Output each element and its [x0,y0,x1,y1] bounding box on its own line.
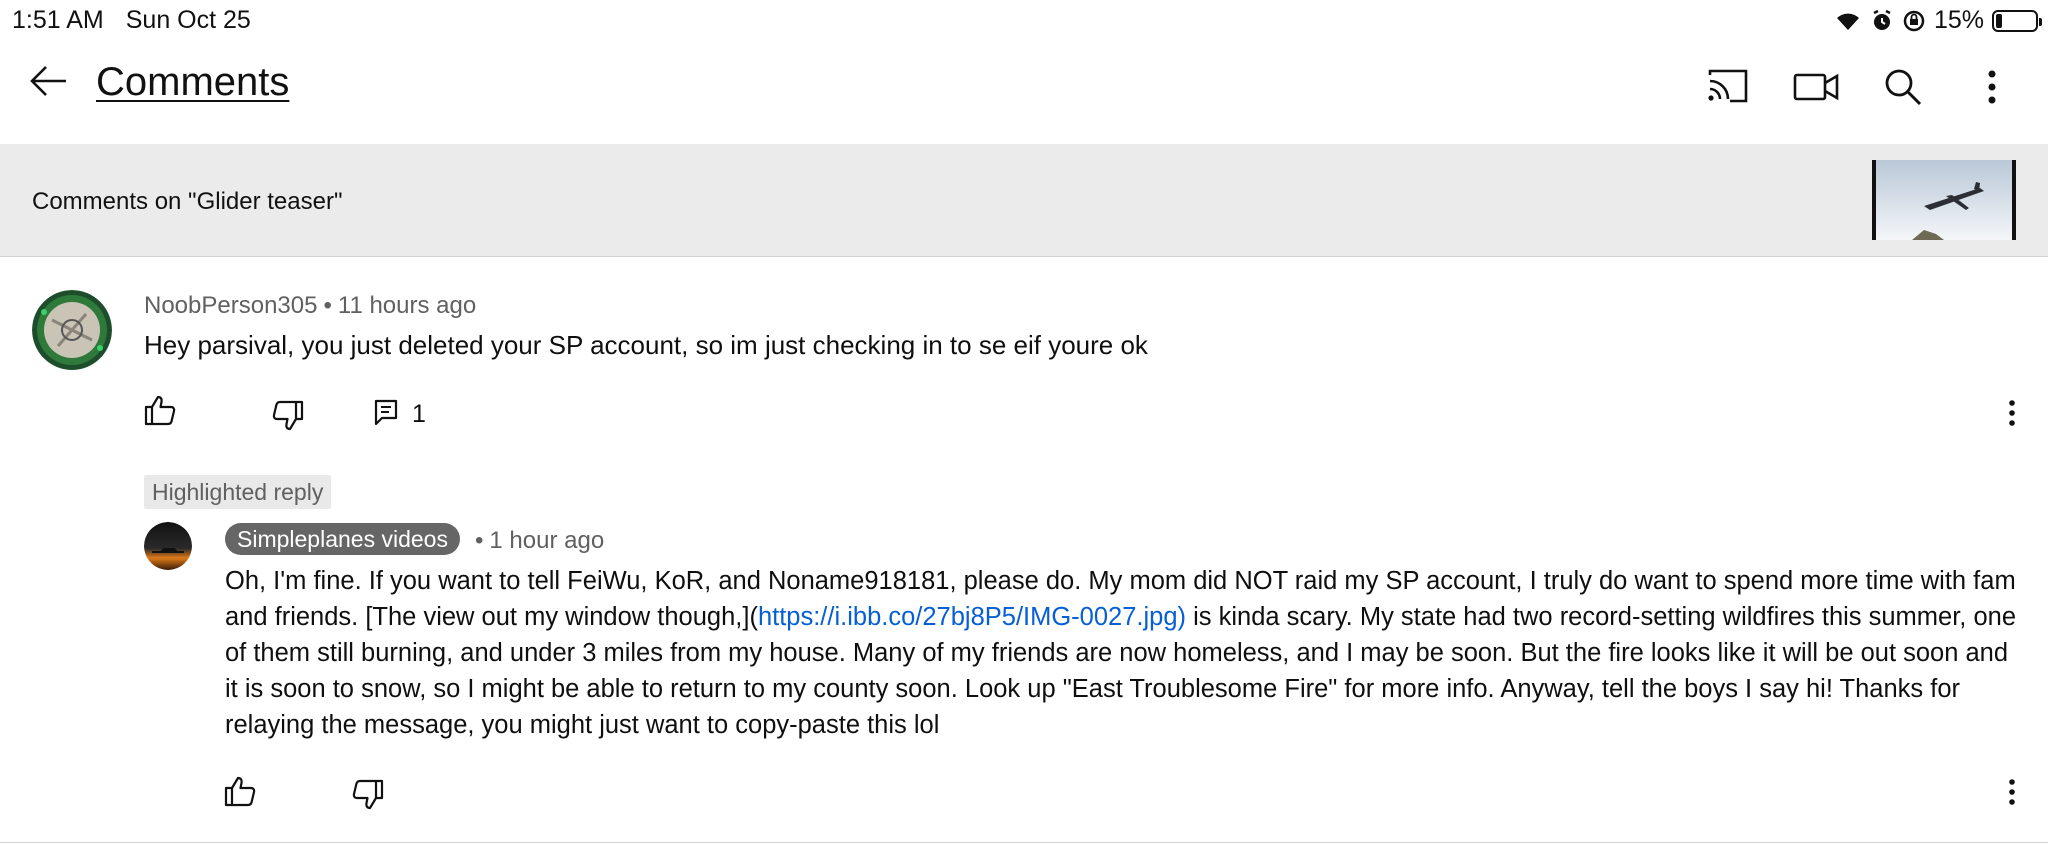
thumb-up-icon [144,395,176,426]
more-options-button[interactable] [1967,62,2017,112]
glider-thumbnail-image [1876,160,2012,240]
clock-time: 1:51 AM [12,6,104,34]
banner-divider [0,256,2048,257]
like-button[interactable] [220,771,260,811]
highlighted-reply-badge: Highlighted reply [144,475,332,509]
clock-date: Sun Oct 25 [125,6,251,34]
battery-icon [1992,9,2042,32]
upload-video-button[interactable] [1791,62,1841,112]
reply-author[interactable]: Simpleplanes videos [225,523,460,555]
bottom-divider [0,842,2048,843]
channel-avatar-image [144,522,192,570]
search-button[interactable] [1878,62,1928,112]
cast-button[interactable] [1703,62,1753,112]
comment-time: 11 hours ago [337,292,477,319]
status-bar-indicators: 15% [1834,6,2042,35]
comment-menu-button[interactable] [1992,393,2032,433]
comment-text: Hey parsival, you just deleted your SP a… [144,330,1148,360]
arrow-back-icon [30,66,66,96]
thumb-down-icon [272,400,304,431]
rotation-lock-icon [1903,10,1925,31]
more-vert-icon [2009,400,2015,426]
comment-icon [374,399,398,426]
more-vert-icon [1988,70,1996,104]
commenter-avatar-image [32,290,112,370]
battery-percent: 15% [1933,6,1984,34]
cast-icon [1708,69,1748,103]
back-button[interactable] [26,58,72,104]
search-icon [1885,69,1922,106]
thumb-down-icon [352,779,384,810]
battery-level [1996,13,2002,28]
page-title: Comments [96,60,290,104]
reply-time: 1 hour ago [489,527,605,554]
comment-author[interactable]: NoobPerson305 [144,292,317,319]
wifi-icon [1836,13,1859,30]
video-title-text: Comments on "Glider teaser" [32,188,343,215]
alarm-icon [1873,9,1891,30]
video-camera-icon [1793,73,1839,101]
reply-meta: • 1 hour ago [475,527,604,555]
thumb-up-icon [224,776,256,807]
like-button[interactable] [140,390,180,430]
avatar[interactable] [144,522,192,570]
dislike-button[interactable] [268,396,308,436]
separator-dot: • [475,527,484,554]
more-vert-icon [2009,779,2015,805]
reply-link[interactable]: https://i.ibb.co/27bj8P5/IMG-0027.jpg) [758,603,1186,631]
reply-menu-button[interactable] [1992,772,2032,812]
separator-dot: • [323,292,332,319]
comment-meta: NoobPerson305 • 11 hours ago [144,292,476,320]
dislike-button[interactable] [348,775,388,815]
reply-count[interactable]: 1 [412,400,426,429]
video-thumbnail[interactable] [1872,160,2016,240]
status-bar-time: 1:51 AM Sun Oct 25 [12,6,273,35]
avatar[interactable] [32,290,112,370]
reply-button[interactable] [366,392,406,432]
reply-text: Oh, I'm fine. If you want to tell FeiWu,… [225,563,2025,743]
